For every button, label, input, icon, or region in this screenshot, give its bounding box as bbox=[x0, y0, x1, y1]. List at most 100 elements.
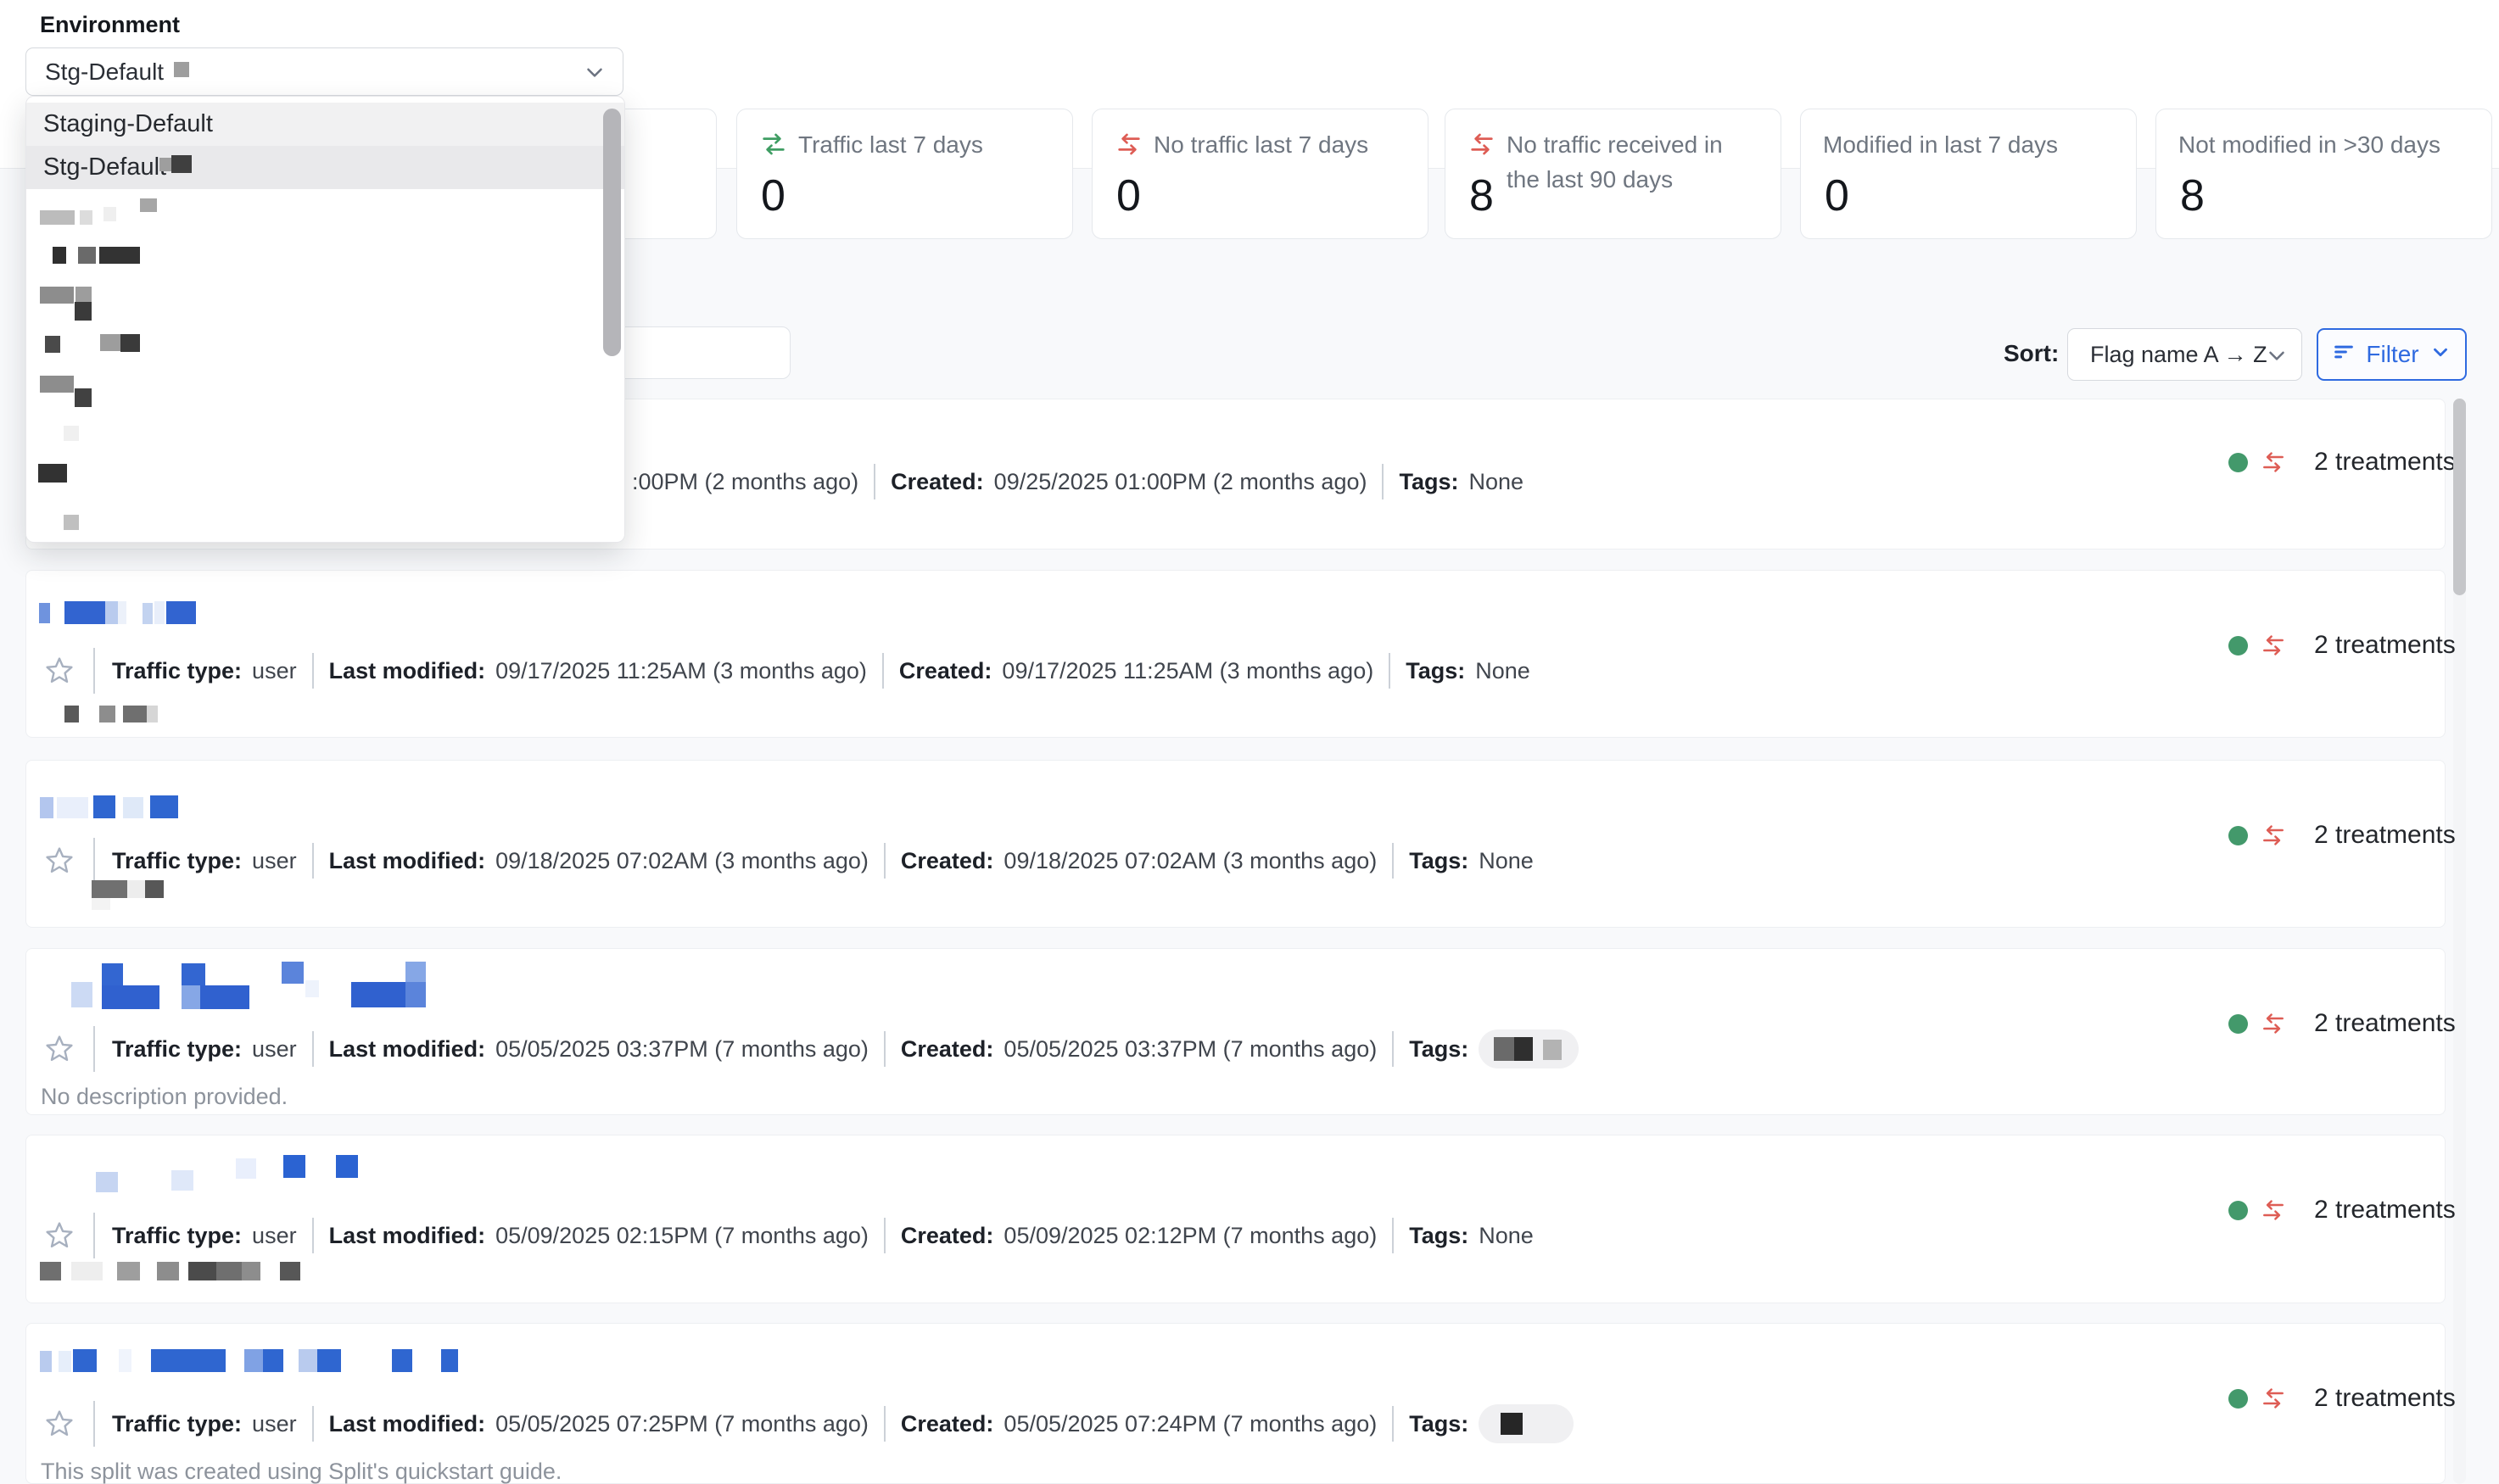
separator bbox=[93, 1213, 95, 1258]
last-modified-value-partial: :00PM (2 months ago) bbox=[632, 469, 858, 495]
stat-card-value: 8 bbox=[1469, 174, 1494, 218]
separator bbox=[312, 1406, 314, 1442]
dropdown-scrollbar-thumb[interactable] bbox=[603, 109, 621, 356]
filter-button[interactable]: Filter bbox=[2317, 328, 2467, 381]
traffic-arrows-icon bbox=[2260, 1385, 2301, 1412]
redacted-text-block bbox=[1543, 1040, 1562, 1060]
separator bbox=[93, 648, 95, 694]
last-modified-value: 05/05/2025 07:25PM (7 months ago) bbox=[495, 1411, 869, 1437]
flag-meta-line: Traffic type:userLast modified:05/05/202… bbox=[44, 1029, 1579, 1069]
tags-value: None bbox=[1468, 469, 1523, 495]
separator bbox=[884, 1406, 886, 1442]
last-modified-value: 05/09/2025 02:15PM (7 months ago) bbox=[495, 1223, 869, 1249]
flag-meta-line: Traffic type:userLast modified:05/05/202… bbox=[44, 1403, 1574, 1444]
chevron-down-icon bbox=[2429, 341, 2451, 369]
separator bbox=[1392, 1218, 1394, 1253]
stat-card: No traffic received in the last 90 days8 bbox=[1445, 109, 1781, 239]
separator bbox=[1389, 653, 1390, 689]
separator bbox=[93, 1026, 95, 1072]
treatments-count: 2 treatments bbox=[2314, 821, 2456, 850]
flag-description: No description provided. bbox=[41, 1084, 288, 1110]
created-value: 05/05/2025 07:24PM (7 months ago) bbox=[1004, 1411, 1377, 1437]
separator bbox=[312, 843, 314, 879]
favorite-star-icon[interactable] bbox=[44, 1220, 75, 1251]
traffic-arrows-icon bbox=[2260, 449, 2301, 476]
favorite-star-icon[interactable] bbox=[44, 1409, 75, 1439]
flags-list-page: Environment Stg-Default Traffic last 7 d… bbox=[0, 0, 2499, 1484]
favorite-star-icon[interactable] bbox=[44, 656, 75, 686]
stat-card: Traffic last 7 days 0 bbox=[736, 109, 1073, 239]
status-dot-green bbox=[2228, 1014, 2248, 1034]
traffic-type-value: user bbox=[252, 658, 297, 684]
flag-description: This split was created using Split's qui… bbox=[41, 1459, 562, 1484]
filter-icon bbox=[2332, 340, 2356, 370]
redacted-text-block bbox=[1494, 1037, 1514, 1061]
flag-meta-line: Traffic type:userLast modified:09/18/202… bbox=[44, 840, 1534, 881]
status-dot-green bbox=[2228, 1389, 2248, 1409]
redacted-text-block bbox=[1514, 1037, 1533, 1061]
status-dot-green bbox=[2228, 453, 2248, 472]
stat-card-label: No traffic last 7 days bbox=[1115, 128, 1406, 163]
treatments-summary: 2 treatments bbox=[2228, 1009, 2456, 1038]
traffic-arrows-icon bbox=[2260, 1010, 2301, 1037]
stat-card-value: 0 bbox=[1116, 174, 1141, 218]
separator bbox=[312, 1031, 314, 1067]
separator bbox=[312, 653, 314, 689]
flag-meta-line: Traffic type:userLast modified:05/09/202… bbox=[44, 1215, 1534, 1256]
treatments-summary: 2 treatments bbox=[2228, 1196, 2456, 1225]
environment-label: Environment bbox=[40, 12, 180, 38]
treatments-count: 2 treatments bbox=[2314, 1384, 2456, 1413]
chevron-down-icon bbox=[2264, 343, 2289, 374]
environment-option[interactable]: Staging-Default bbox=[26, 103, 624, 146]
tags-value: None bbox=[1475, 658, 1530, 684]
treatments-summary: 2 treatments bbox=[2228, 631, 2456, 660]
separator bbox=[93, 838, 95, 884]
traffic-type-value: user bbox=[252, 848, 297, 874]
treatments-count: 2 treatments bbox=[2314, 448, 2456, 477]
stat-card-label: Not modified in >30 days bbox=[2178, 128, 2469, 163]
traffic-arrows-icon bbox=[2260, 822, 2301, 849]
chevron-down-icon bbox=[582, 59, 607, 91]
sort-label: Sort: bbox=[2004, 340, 2059, 367]
treatments-summary: 2 treatments bbox=[2228, 1384, 2456, 1413]
traffic-arrows-icon bbox=[2260, 632, 2301, 659]
separator bbox=[1382, 464, 1384, 499]
stat-card: Modified in last 7 days0 bbox=[1800, 109, 2137, 239]
list-scrollbar-thumb[interactable] bbox=[2453, 399, 2466, 595]
environment-select[interactable]: Stg-Default bbox=[25, 47, 623, 96]
redacted-tag-pill[interactable] bbox=[1479, 1029, 1579, 1068]
last-modified-value: 05/05/2025 03:37PM (7 months ago) bbox=[495, 1036, 869, 1063]
favorite-star-icon[interactable] bbox=[44, 1034, 75, 1064]
environment-dropdown-menu: Staging-DefaultStg-Default bbox=[25, 96, 625, 543]
stat-card-label: Modified in last 7 days bbox=[1823, 128, 2114, 163]
last-modified-value: 09/18/2025 07:02AM (3 months ago) bbox=[495, 848, 869, 874]
stat-card-value: 8 bbox=[2180, 174, 2205, 218]
separator bbox=[312, 1218, 314, 1253]
separator bbox=[1392, 1031, 1394, 1067]
flag-meta-line: Traffic type:userLast modified:09/17/202… bbox=[44, 650, 1530, 691]
treatments-count: 2 treatments bbox=[2314, 1196, 2456, 1225]
environment-option[interactable]: Stg-Default bbox=[26, 146, 624, 189]
status-dot-green bbox=[2228, 826, 2248, 845]
traffic-type-value: user bbox=[252, 1411, 297, 1437]
treatments-summary: 2 treatments bbox=[2228, 821, 2456, 850]
treatments-count: 2 treatments bbox=[2314, 631, 2456, 660]
separator bbox=[1392, 843, 1394, 879]
stat-card-label: No traffic received in the last 90 days bbox=[1468, 128, 1758, 197]
status-dot-green bbox=[2228, 1201, 2248, 1220]
separator bbox=[882, 653, 884, 689]
stat-card: No traffic last 7 days 0 bbox=[1092, 109, 1428, 239]
filter-button-label: Filter bbox=[2366, 341, 2418, 368]
traffic-type-value: user bbox=[252, 1223, 297, 1249]
stat-card-label: Traffic last 7 days bbox=[759, 128, 1050, 163]
last-modified-value: 09/17/2025 11:25AM (3 months ago) bbox=[495, 658, 867, 684]
created-value: 09/17/2025 11:25AM (3 months ago) bbox=[1002, 658, 1373, 684]
environment-select-value: Stg-Default bbox=[45, 59, 164, 86]
created-value: 05/09/2025 02:12PM (7 months ago) bbox=[1004, 1223, 1377, 1249]
separator bbox=[1392, 1406, 1394, 1442]
favorite-star-icon[interactable] bbox=[44, 845, 75, 876]
stat-card-value: 0 bbox=[761, 174, 785, 218]
sort-select[interactable]: Flag name A → Z bbox=[2067, 328, 2302, 381]
redacted-tag-pill[interactable] bbox=[1479, 1404, 1574, 1443]
status-dot-green bbox=[2228, 636, 2248, 656]
